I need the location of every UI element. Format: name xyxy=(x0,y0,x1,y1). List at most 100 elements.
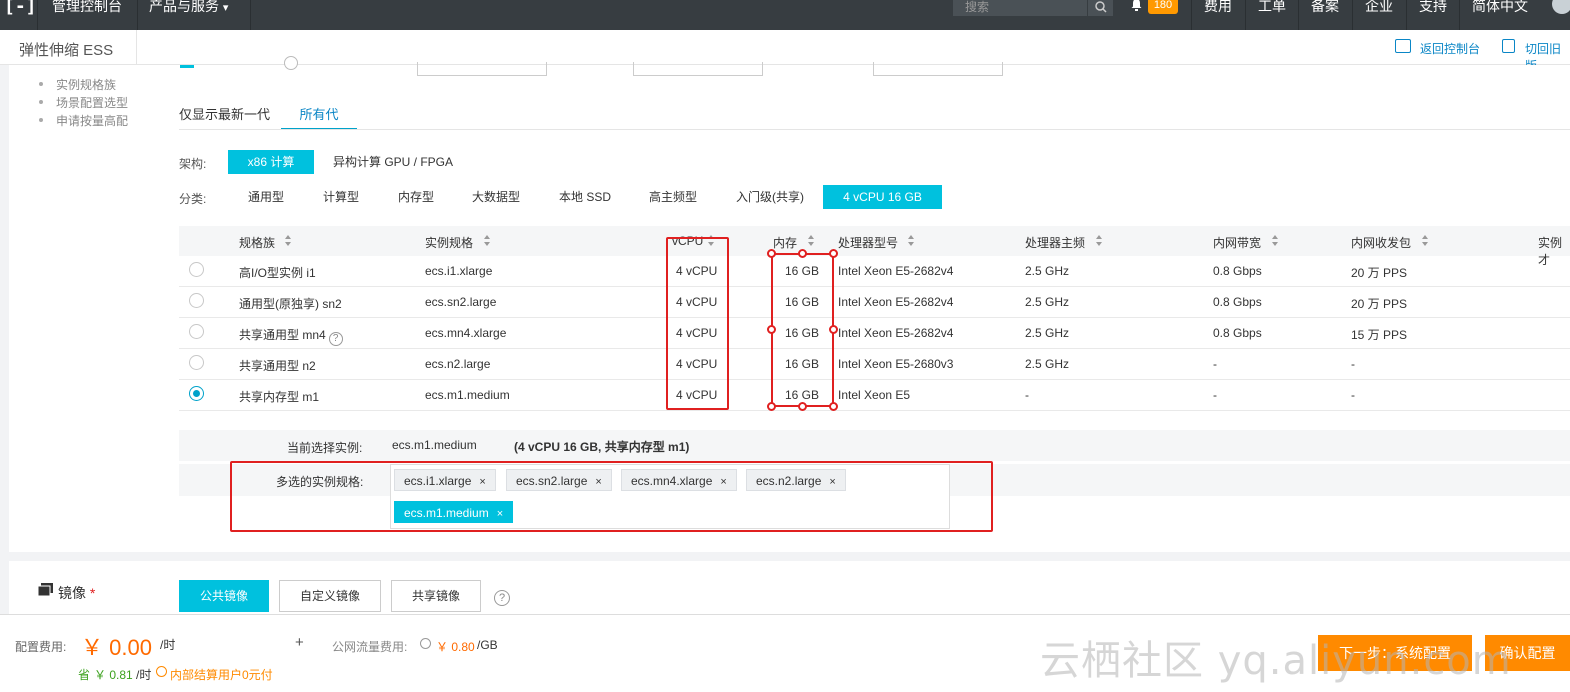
category-general[interactable]: 通用型 xyxy=(235,185,297,209)
sort-icon[interactable] xyxy=(1272,234,1279,248)
row-radio[interactable] xyxy=(189,293,204,308)
category-4vcpu-16gb[interactable]: 4 vCPU 16 GB xyxy=(823,185,942,209)
cell-freq: 2.5 GHz xyxy=(1025,264,1070,278)
custom-image-tab[interactable]: 自定义镜像 xyxy=(279,580,381,612)
th-cpu-freq[interactable]: 处理器主频 xyxy=(1025,234,1085,251)
avatar[interactable] xyxy=(1552,0,1570,14)
nav-divider xyxy=(1298,0,1299,30)
cell-freq: 2.5 GHz xyxy=(1025,326,1070,340)
internal-note: 内部结算用户0元付 xyxy=(170,668,273,682)
nav-enterprise[interactable]: 企业 xyxy=(1365,0,1393,30)
nav-divider xyxy=(1191,0,1192,30)
cost-label: 配置费用: xyxy=(15,640,67,654)
sort-icon[interactable] xyxy=(908,234,915,248)
nav-billing[interactable]: 费用 xyxy=(1204,0,1232,30)
filter-input-3[interactable] xyxy=(873,62,1003,76)
sort-icon[interactable] xyxy=(285,234,292,248)
search-input[interactable]: 搜索 xyxy=(953,0,1113,16)
cell-family: 共享内存型 m1 xyxy=(239,390,320,404)
category-local-ssd[interactable]: 本地 SSD xyxy=(548,185,622,209)
cell-bandwidth: - xyxy=(1213,357,1217,371)
help-icon[interactable]: ? xyxy=(328,332,343,346)
filter-input-1[interactable] xyxy=(417,62,547,76)
annotation-handle xyxy=(829,249,838,258)
category-entry-shared[interactable]: 入门级(共享) xyxy=(725,185,815,209)
category-bigdata[interactable]: 大数据型 xyxy=(460,185,532,209)
savings-prefix: 省 xyxy=(78,668,91,682)
category-high-freq[interactable]: 高主频型 xyxy=(638,185,708,209)
annotation-handle xyxy=(798,249,807,258)
tab-divider xyxy=(179,129,1570,130)
filter-input-2[interactable] xyxy=(633,62,763,76)
shared-image-tab[interactable]: 共享镜像 xyxy=(391,580,481,612)
annotation-memory-box xyxy=(771,253,834,407)
cell-pps: 15 万 PPS xyxy=(1351,328,1408,342)
sidebar-bullet-apply[interactable]: 申请按量高配 xyxy=(38,112,128,129)
cell-pps: 20 万 PPS xyxy=(1351,297,1408,311)
sort-icon[interactable] xyxy=(1096,234,1103,248)
help-icon[interactable] xyxy=(420,638,431,649)
search-button[interactable] xyxy=(1087,0,1113,16)
coin-icon xyxy=(156,666,167,677)
tab-all-generations[interactable]: 所有代 xyxy=(281,104,357,130)
required-mark: * xyxy=(89,585,96,601)
row-radio[interactable] xyxy=(189,262,204,277)
category-label: 分类: xyxy=(179,192,207,206)
th-bandwidth[interactable]: 内网带宽 xyxy=(1213,234,1261,251)
th-family[interactable]: 规格族 xyxy=(239,234,275,251)
savings-unit: /时 xyxy=(136,668,152,682)
language-switch[interactable]: 简体中文 xyxy=(1472,0,1528,30)
aliyun-logo[interactable]: [-] xyxy=(0,0,38,30)
category-memory[interactable]: 内存型 xyxy=(385,185,447,209)
cell-cpu-model: Intel Xeon E5-2682v4 xyxy=(838,295,954,309)
cell-bandwidth: 0.8 Gbps xyxy=(1213,326,1262,340)
row-radio[interactable] xyxy=(189,324,204,339)
annotation-handle xyxy=(829,325,838,334)
bell-icon[interactable] xyxy=(1130,0,1143,15)
cell-bandwidth: 0.8 Gbps xyxy=(1213,264,1262,278)
row-radio-checked[interactable] xyxy=(189,386,204,401)
row-radio[interactable] xyxy=(189,355,204,370)
annotation-handle xyxy=(829,402,838,411)
help-icon[interactable] xyxy=(284,56,298,70)
help-icon[interactable]: ? xyxy=(494,590,510,606)
tab-latest-generation[interactable]: 仅显示最新一代 xyxy=(179,104,270,130)
sort-icon[interactable] xyxy=(808,234,815,248)
th-pps[interactable]: 内网收发包 xyxy=(1351,234,1411,251)
console-link[interactable]: 管理控制台 xyxy=(52,0,122,30)
sort-icon[interactable] xyxy=(1422,234,1429,248)
return-console-link[interactable]: 返回控制台 xyxy=(1420,40,1480,57)
filter-checkbox-cut[interactable] xyxy=(180,65,194,68)
th-memory[interactable]: 内存 xyxy=(773,234,797,251)
nav-tickets[interactable]: 工单 xyxy=(1258,0,1286,30)
nav-divider xyxy=(137,0,138,30)
cell-spec: ecs.sn2.large xyxy=(425,295,497,309)
sidebar-bullet-family[interactable]: 实例规格族 xyxy=(38,76,116,93)
category-compute[interactable]: 计算型 xyxy=(310,185,372,209)
cell-family: 共享通用型 n2 xyxy=(239,359,316,373)
cell-spec: ecs.mn4.xlarge xyxy=(425,326,507,340)
public-image-tab[interactable]: 公共镜像 xyxy=(179,580,269,612)
arch-label: 架构: xyxy=(179,157,207,171)
cell-spec: ecs.i1.xlarge xyxy=(425,264,493,278)
nav-support[interactable]: 支持 xyxy=(1419,0,1447,30)
traffic-value: ￥ 0.80 xyxy=(436,640,475,654)
cell-bandwidth: - xyxy=(1213,388,1217,402)
nav-icp[interactable]: 备案 xyxy=(1311,0,1339,30)
cell-cpu-model: Intel Xeon E5-2682v4 xyxy=(838,326,954,340)
notification-badge: 180 xyxy=(1148,0,1178,14)
products-menu[interactable]: 产品与服务 ▾ xyxy=(149,0,228,30)
image-label: 镜像 xyxy=(58,585,86,601)
th-spec[interactable]: 实例规格 xyxy=(425,234,473,251)
current-selection-value: ecs.m1.medium xyxy=(392,438,477,452)
arch-x86[interactable]: x86 计算 xyxy=(228,150,314,174)
cell-family-text: 共享通用型 mn4 xyxy=(239,328,326,342)
current-selection-label: 当前选择实例: xyxy=(287,441,363,455)
current-selection-detail: (4 vCPU 16 GB, 共享内存型 m1) xyxy=(514,440,690,454)
th-cpu-model[interactable]: 处理器型号 xyxy=(838,234,898,251)
arch-gpu-fpga[interactable]: 异构计算 GPU / FPGA xyxy=(327,150,459,174)
sidebar-bullet-scenario[interactable]: 场景配置选型 xyxy=(38,94,128,111)
search-icon xyxy=(1095,1,1107,13)
cell-bandwidth: 0.8 Gbps xyxy=(1213,295,1262,309)
sort-icon[interactable] xyxy=(484,234,491,248)
